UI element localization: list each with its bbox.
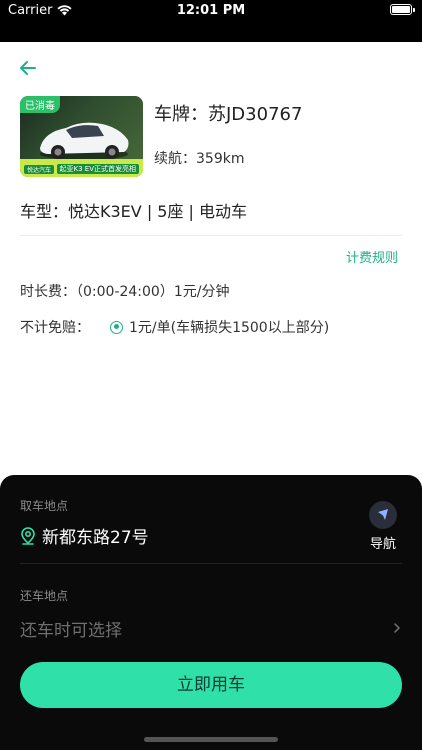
return-location-select[interactable]: 还车时可选择: [20, 615, 402, 641]
pickup-label: 取车地点: [20, 499, 69, 513]
plate-number: 车牌：苏JD30767: [154, 104, 303, 125]
return-label: 还车地点: [20, 589, 69, 603]
range-info: 续航：359km: [154, 151, 245, 167]
waiver-option-text: 1元/单(车辆损失1500以上部分): [129, 320, 330, 336]
status-time: 12:01 PM: [176, 3, 246, 18]
use-car-button[interactable]: 立即用车: [20, 662, 402, 708]
car-photo: 已消毒 悦达汽车 起亚K3 EV正式首发亮相: [20, 96, 143, 177]
waiver-option[interactable]: 1元/单(车辆损失1500以上部分): [110, 317, 329, 337]
navigation-button[interactable]: 导航: [368, 501, 398, 552]
battery-icon: [390, 4, 415, 15]
navigation-label: 导航: [369, 537, 396, 552]
vehicle-model: 车型：悦达K3EV | 5座 | 电动车: [20, 202, 248, 221]
radio-selected-icon[interactable]: [110, 320, 123, 334]
home-indicator: [144, 737, 278, 742]
back-button[interactable]: [16, 56, 40, 80]
pickup-address-text: 新都东路27号: [42, 528, 149, 548]
billing-rules-link[interactable]: 计费规则: [346, 247, 398, 266]
return-placeholder: 还车时可选择: [20, 620, 122, 641]
sanitized-badge: 已消毒: [20, 96, 60, 113]
waiver-label: 不计免赔：: [20, 320, 90, 336]
photo-ad-text: 起亚K3 EV正式首发亮相: [56, 164, 139, 174]
chevron-right-icon: [394, 623, 400, 633]
bottom-panel: 取车地点 新都东路27号 导航 还车地点 还车时可选择 立即用车: [0, 475, 422, 750]
navigation-arrow-icon: [378, 509, 388, 520]
navigation-circle[interactable]: [369, 501, 397, 529]
photo-brand-tag: 悦达汽车: [24, 165, 55, 174]
arrow-left-icon: [20, 61, 36, 75]
location-pin-icon: [21, 526, 35, 545]
divider: [20, 235, 402, 236]
status-bar: Carrier 12:01 PM: [0, 0, 422, 42]
panel-divider: [20, 563, 402, 564]
time-fee: 时长费：（0:00-24:00）1元/分钟: [20, 284, 230, 300]
pickup-address: 新都东路27号: [20, 523, 149, 548]
